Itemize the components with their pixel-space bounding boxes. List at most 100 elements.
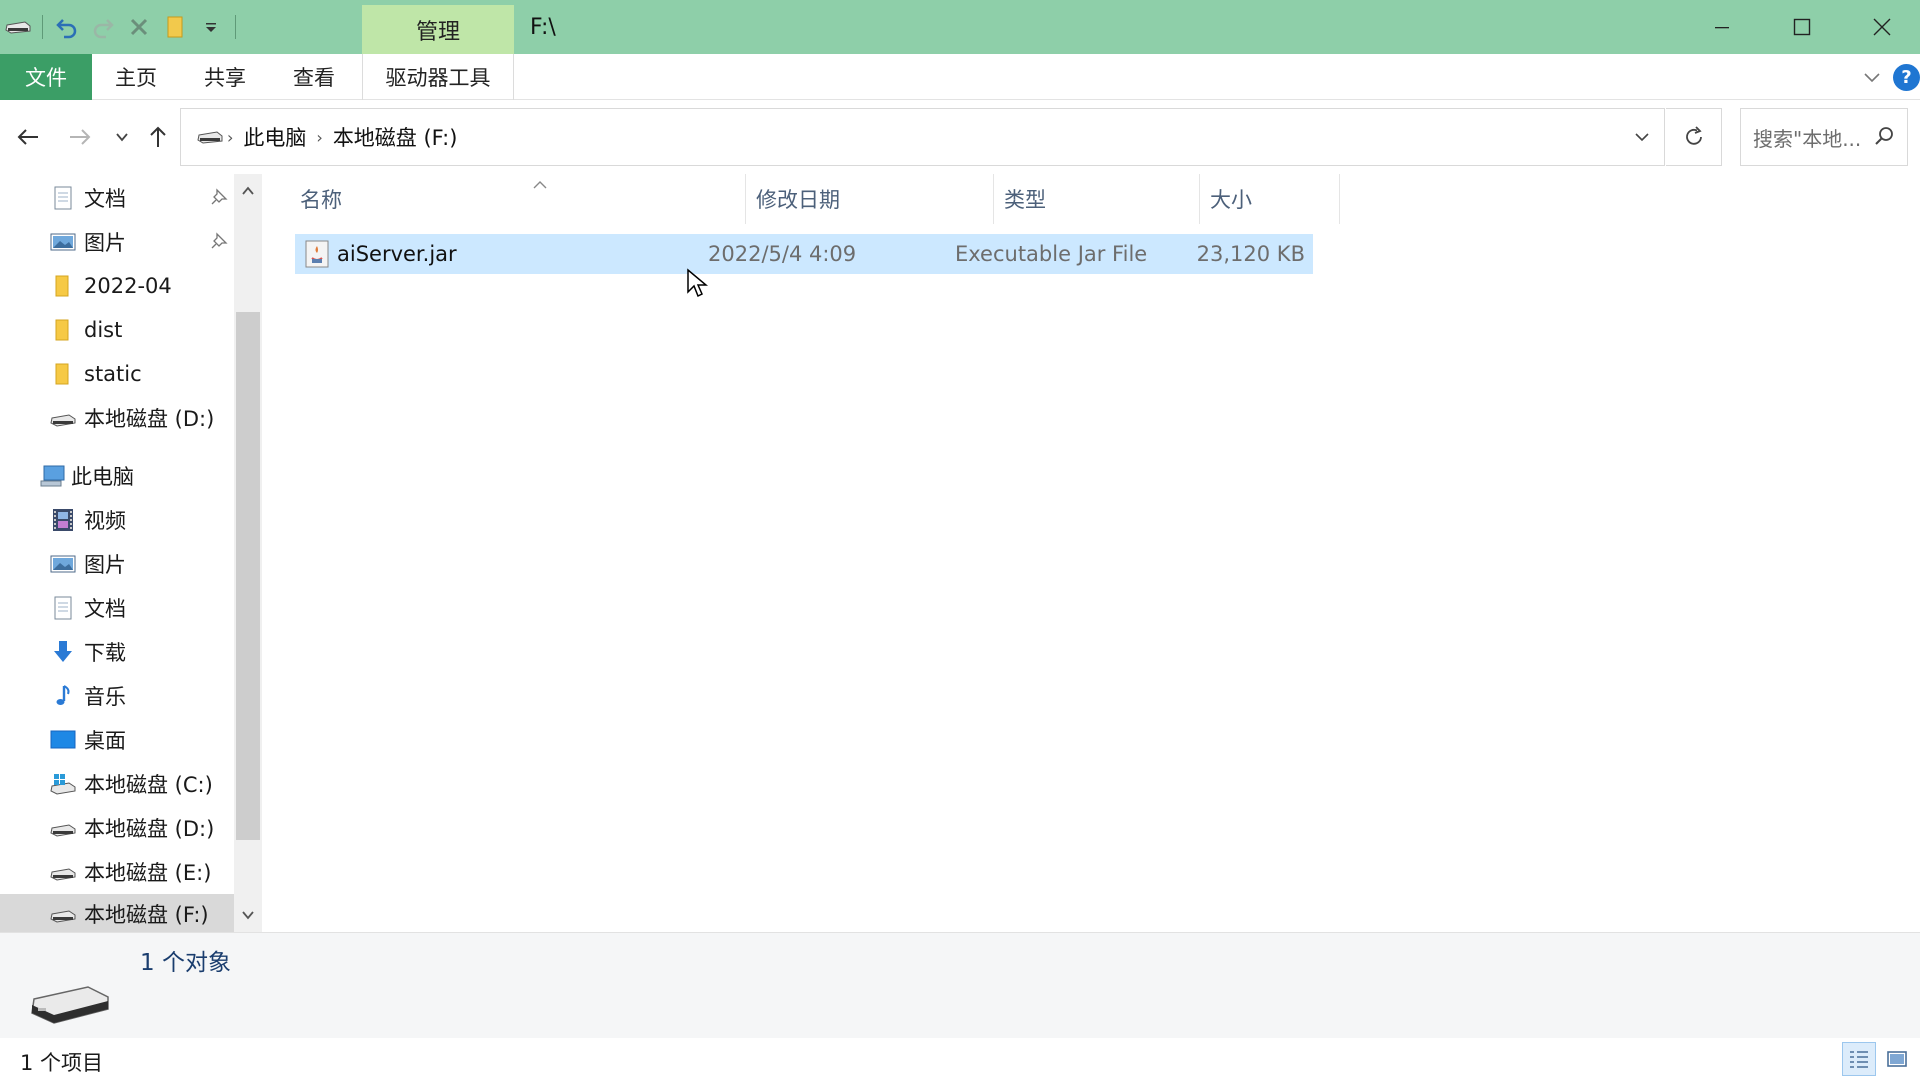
scroll-up-button[interactable] bbox=[234, 176, 262, 206]
chevron-down-icon bbox=[1635, 133, 1649, 142]
tab-share[interactable]: 共享 bbox=[180, 54, 270, 100]
nav-item-folder-2022-04[interactable]: 2022-04 bbox=[0, 266, 234, 306]
pin-icon bbox=[211, 232, 228, 249]
breadcrumb-local-disk-f[interactable]: 本地磁盘 (F:) bbox=[327, 122, 464, 152]
nav-item-label: 本地磁盘 (E:) bbox=[84, 861, 212, 885]
column-header-name[interactable]: 名称 bbox=[290, 174, 746, 224]
pin-icon bbox=[211, 188, 228, 205]
scroll-down-button[interactable] bbox=[234, 900, 262, 930]
nav-item-documents-pinned[interactable]: 文档 bbox=[0, 178, 234, 218]
nav-item-local-disk-f[interactable]: 本地磁盘 (F:) bbox=[0, 894, 234, 932]
search-icon bbox=[1875, 127, 1893, 145]
file-type: Executable Jar File bbox=[955, 242, 1148, 266]
column-header-label: 名称 bbox=[300, 188, 342, 212]
search-input[interactable]: 搜索"本地... bbox=[1740, 108, 1908, 166]
windows-drive-icon bbox=[50, 774, 76, 795]
breadcrumb-separator[interactable]: › bbox=[312, 128, 326, 147]
minimize-icon bbox=[1715, 27, 1729, 29]
customize-toolbar-icon[interactable] bbox=[193, 7, 229, 47]
back-button[interactable] bbox=[10, 114, 46, 160]
tab-home[interactable]: 主页 bbox=[92, 54, 180, 100]
toolbar-separator bbox=[235, 15, 236, 39]
breadcrumb-separator[interactable]: › bbox=[223, 128, 237, 147]
redo-icon[interactable] bbox=[85, 7, 121, 47]
nav-item-local-disk-c[interactable]: 本地磁盘 (C:) bbox=[0, 764, 234, 804]
back-arrow-icon bbox=[17, 129, 38, 145]
tab-file[interactable]: 文件 bbox=[0, 54, 92, 100]
sort-ascending-icon bbox=[533, 181, 547, 189]
column-header-label: 类型 bbox=[1004, 188, 1046, 212]
nav-item-label: 文档 bbox=[84, 187, 126, 211]
nav-item-pictures-pinned[interactable]: 图片 bbox=[0, 222, 234, 262]
close-button[interactable] bbox=[1842, 0, 1920, 54]
nav-item-local-disk-d-quick[interactable]: 本地磁盘 (D:) bbox=[0, 398, 234, 438]
undo-icon[interactable] bbox=[49, 7, 85, 47]
column-header-size[interactable]: 大小 bbox=[1200, 174, 1340, 224]
nav-pane-scrollbar[interactable] bbox=[234, 174, 262, 932]
tab-manage[interactable]: 管理 bbox=[362, 5, 514, 54]
nav-item-label: 本地磁盘 (C:) bbox=[84, 773, 213, 797]
column-header-label: 大小 bbox=[1210, 188, 1252, 212]
maximize-button[interactable] bbox=[1762, 0, 1842, 54]
chevron-up-icon bbox=[242, 186, 254, 195]
delete-icon[interactable] bbox=[121, 7, 157, 47]
minimize-button[interactable] bbox=[1682, 0, 1762, 54]
expand-ribbon-button[interactable] bbox=[1858, 64, 1886, 90]
nav-item-label: 本地磁盘 (D:) bbox=[84, 407, 215, 431]
nav-item-pictures[interactable]: 图片 bbox=[0, 544, 234, 584]
drive-icon bbox=[50, 824, 76, 837]
file-date: 2022/5/4 4:09 bbox=[708, 242, 857, 266]
nav-item-local-disk-e[interactable]: 本地磁盘 (E:) bbox=[0, 852, 234, 892]
table-row[interactable]: aiServer.jar 2022/5/4 4:09 Executable Ja… bbox=[295, 234, 1313, 274]
nav-item-label: 音乐 bbox=[84, 685, 126, 709]
large-icons-view-button[interactable] bbox=[1880, 1042, 1914, 1076]
help-button[interactable]: ? bbox=[1893, 64, 1920, 91]
nav-item-this-pc[interactable]: 此电脑 bbox=[0, 456, 234, 496]
up-button[interactable] bbox=[140, 114, 176, 160]
column-header-type[interactable]: 类型 bbox=[994, 174, 1200, 224]
scrollbar-thumb[interactable] bbox=[236, 312, 260, 840]
tab-view[interactable]: 查看 bbox=[270, 54, 358, 100]
nav-item-documents[interactable]: 文档 bbox=[0, 588, 234, 628]
nav-item-label: 2022-04 bbox=[84, 274, 172, 298]
desktop-icon bbox=[50, 730, 76, 749]
nav-item-folder-dist[interactable]: dist bbox=[0, 310, 234, 350]
selection-summary: 1 个对象 bbox=[140, 950, 231, 976]
breadcrumb-this-pc[interactable]: 此电脑 bbox=[237, 122, 312, 152]
nav-item-label: 本地磁盘 (D:) bbox=[84, 817, 215, 841]
new-folder-icon[interactable] bbox=[157, 7, 193, 47]
tab-drive-tools[interactable]: 驱动器工具 bbox=[362, 54, 514, 100]
forward-button[interactable] bbox=[62, 114, 98, 160]
column-header-label: 修改日期 bbox=[756, 188, 840, 212]
nav-item-label: dist bbox=[84, 318, 123, 342]
details-view-icon bbox=[1850, 1051, 1868, 1068]
column-header-date[interactable]: 修改日期 bbox=[746, 174, 994, 224]
refresh-icon bbox=[1685, 126, 1702, 145]
pictures-icon bbox=[50, 233, 76, 251]
address-history-dropdown[interactable] bbox=[1618, 108, 1666, 166]
nav-item-label: 图片 bbox=[84, 231, 126, 255]
document-icon bbox=[54, 186, 72, 210]
nav-item-videos[interactable]: 视频 bbox=[0, 500, 234, 540]
refresh-button[interactable] bbox=[1666, 108, 1722, 166]
nav-item-downloads[interactable]: 下载 bbox=[0, 632, 234, 672]
nav-item-label: 图片 bbox=[84, 553, 126, 577]
downloads-icon bbox=[54, 641, 72, 662]
close-icon bbox=[1873, 18, 1891, 36]
chevron-down-icon bbox=[116, 133, 128, 142]
large-icons-view-icon bbox=[1887, 1051, 1907, 1067]
nav-item-desktop[interactable]: 桌面 bbox=[0, 720, 234, 760]
nav-item-music[interactable]: 音乐 bbox=[0, 676, 234, 716]
details-view-button[interactable] bbox=[1842, 1042, 1876, 1076]
drive-icon[interactable] bbox=[0, 7, 36, 47]
folder-icon bbox=[55, 275, 69, 297]
address-bar[interactable]: › 此电脑 › 本地磁盘 (F:) bbox=[180, 108, 1665, 166]
recent-locations-button[interactable] bbox=[104, 114, 140, 160]
ribbon-tabs: 文件 主页 共享 查看 驱动器工具 ? bbox=[0, 54, 1920, 100]
this-pc-icon bbox=[40, 465, 65, 487]
nav-item-folder-static[interactable]: static bbox=[0, 354, 234, 394]
up-arrow-icon bbox=[150, 126, 166, 147]
file-list: 名称 修改日期 类型 大小 aiServer.jar 2022/5/4 4:09… bbox=[262, 174, 1920, 932]
nav-item-label: 此电脑 bbox=[71, 465, 134, 489]
nav-item-local-disk-d[interactable]: 本地磁盘 (D:) bbox=[0, 808, 234, 848]
